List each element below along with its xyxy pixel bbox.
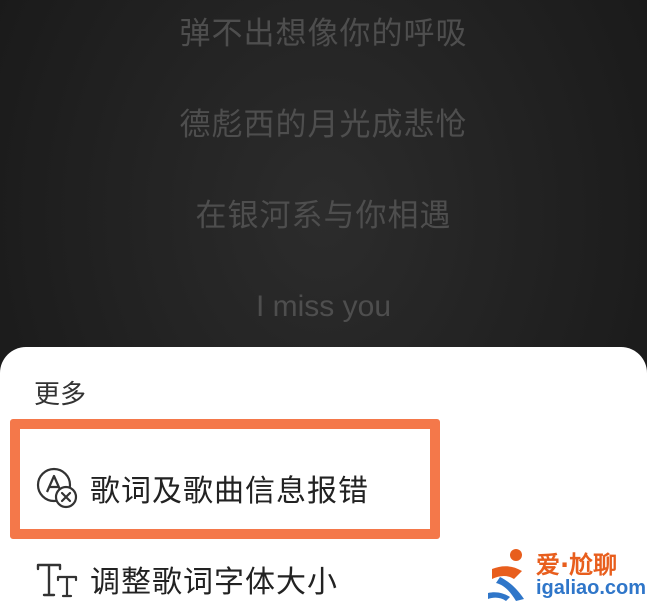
watermark-text-en: igaliao.com — [536, 577, 647, 599]
lyric-line: 在银河系与你相遇 — [195, 198, 452, 234]
watermark-text-cn: 爱·尬聊 — [536, 551, 618, 579]
menu-item-label: 调整歌词字体大小 — [90, 565, 338, 600]
lyric-line: I miss you — [255, 290, 392, 323]
lyric-line: 弹不出想像你的呼吸 — [179, 16, 468, 52]
menu-item-label: 歌词及歌曲信息报错 — [90, 474, 369, 509]
lyrics-error-report-icon — [34, 465, 80, 511]
site-watermark: 爱·尬聊 igaliao.com — [486, 541, 647, 611]
font-size-icon — [34, 556, 80, 602]
runner-logo-icon — [488, 549, 524, 601]
sheet-title: 更多 — [34, 380, 87, 410]
menu-item-report-lyrics-error[interactable]: 歌词及歌曲信息报错 — [34, 460, 369, 516]
menu-item-font-size[interactable]: 调整歌词字体大小 — [34, 551, 338, 607]
lyric-line: 德彪西的月光成悲怆 — [179, 107, 468, 143]
